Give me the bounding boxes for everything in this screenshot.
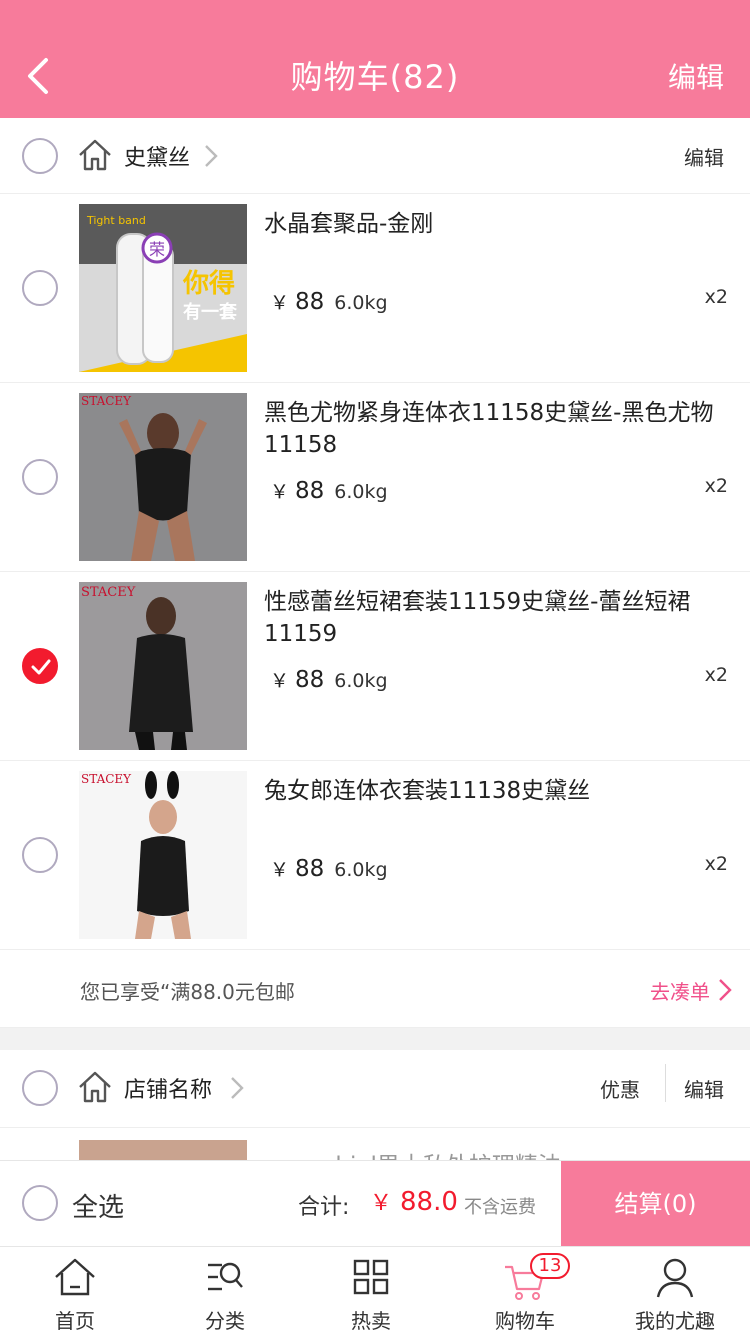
free-shipping-message: 您已享受“满88.0元包邮 (80, 980, 295, 1004)
item-select-radio[interactable] (22, 459, 58, 495)
total-label: 合计: (298, 1195, 350, 1220)
tab-label: 分类 (205, 1309, 245, 1333)
divider (665, 1064, 666, 1102)
item-quantity: x2 (704, 286, 728, 308)
cart-count-badge: 13 (530, 1253, 570, 1279)
currency-symbol: ￥ (370, 1191, 393, 1216)
header-edit-button[interactable]: 编辑 (668, 56, 724, 96)
store-edit-button[interactable]: 编辑 (684, 1074, 724, 1103)
chevron-right-icon[interactable] (718, 978, 732, 1002)
total-amount: 88.0 (400, 1187, 458, 1217)
cart-item: STACEY 黑色尤物紧身连体衣11158史黛丝-黑色尤物11158 ￥ 88 6.… (0, 383, 750, 572)
item-weight: 6.0kg (334, 670, 388, 692)
checkout-bar: 全选 合计: ￥ 88.0 不含运费 结算(0) (0, 1160, 750, 1247)
product-thumbnail[interactable]: STACEY (79, 393, 247, 561)
store-header: 史黛丝 编辑 (0, 118, 750, 194)
cart-item-partial: aoonubial男士私处护理精油 (0, 1128, 750, 1160)
thumb-slogan-1: 你得 (182, 269, 235, 299)
product-image: STACEY (79, 771, 247, 939)
store-section: 店铺名称 优惠 编辑 aoonubial男士私处护理精油 (0, 1050, 750, 1160)
currency-symbol: ￥ (270, 859, 290, 881)
total-value: ￥ 88.0 (370, 1185, 458, 1217)
select-all-radio[interactable] (22, 1185, 58, 1221)
tab-hot[interactable]: 热卖 (296, 1247, 446, 1334)
item-title[interactable]: 性感蕾丝短裙套装11159史黛丝-蕾丝短裙11159 (264, 586, 714, 650)
store-section: 史黛丝 编辑 荣 Tight band 你得 有一套 水晶套聚品-金刚 ￥88 (0, 118, 750, 1028)
store-edit-button[interactable]: 编辑 (684, 142, 724, 171)
page-title: 购物车(82) (290, 58, 460, 96)
chevron-right-icon (231, 1077, 244, 1099)
tab-label: 购物车 (495, 1309, 555, 1333)
item-price: ￥ 88 6.0kg (270, 855, 388, 882)
product-thumbnail[interactable]: 荣 Tight band 你得 有一套 (79, 204, 247, 372)
item-title[interactable]: 兔女郎连体衣套装11138史黛丝 (264, 775, 714, 807)
store-home-icon (79, 139, 111, 171)
item-title[interactable]: 水晶套聚品-金刚 (264, 208, 714, 240)
checkmark-icon (31, 659, 51, 675)
item-quantity: x2 (704, 853, 728, 875)
item-quantity: x2 (704, 475, 728, 497)
thumb-slogan-2: 有一套 (183, 301, 237, 323)
tab-category[interactable]: 分类 (150, 1247, 300, 1334)
item-weight: 6.0kg (334, 859, 388, 881)
store-promo-button[interactable]: 优惠 (600, 1074, 640, 1103)
product-image: STACEY (79, 582, 247, 750)
price-value: 88 (295, 667, 325, 693)
item-select-radio-checked[interactable] (22, 648, 58, 684)
item-title[interactable]: 黑色尤物紧身连体衣11158史黛丝-黑色尤物11158 (264, 397, 714, 461)
tab-label: 首页 (55, 1309, 95, 1333)
product-image: STACEY (79, 393, 247, 561)
currency-symbol: ￥ (270, 670, 290, 692)
thumb-brand-text: STACEY (81, 585, 136, 600)
shipping-excluded-note: 不含运费 (464, 1197, 536, 1218)
user-icon (656, 1258, 694, 1298)
thumb-brand-text: Tight band (86, 214, 146, 227)
thumb-badge-text: 荣 (149, 240, 165, 259)
tab-label: 热卖 (351, 1309, 391, 1333)
add-more-link[interactable]: 去凑单 (650, 976, 710, 1005)
item-title[interactable]: aoonubial男士私处护理精油 (264, 1146, 561, 1160)
store-select-radio[interactable] (22, 138, 58, 174)
store-name[interactable]: 史黛丝 (124, 140, 190, 172)
item-price: ￥ 88 6.0kg (270, 288, 388, 315)
item-quantity: x2 (704, 664, 728, 686)
store-header: 店铺名称 优惠 编辑 (0, 1050, 750, 1128)
select-all-label[interactable]: 全选 (72, 1187, 124, 1224)
currency-symbol: ￥ (270, 292, 290, 314)
product-thumbnail[interactable] (79, 1140, 247, 1160)
free-shipping-bar: 您已享受“满88.0元包邮 去凑单 (0, 950, 750, 1028)
item-select-radio[interactable] (22, 270, 58, 306)
store-name[interactable]: 店铺名称 (124, 1072, 212, 1104)
item-weight: 6.0kg (334, 292, 388, 314)
tab-label: 我的尤趣 (635, 1309, 715, 1333)
price-value: 88 (295, 478, 325, 504)
checkout-button[interactable]: 结算(0) (561, 1161, 750, 1247)
bottom-tab-bar: 首页 分类 热卖 13 购物车 我的尤趣 (0, 1246, 750, 1334)
category-search-icon (208, 1262, 243, 1291)
tab-profile[interactable]: 我的尤趣 (600, 1247, 750, 1334)
cart-item: STACEY 兔女郎连体衣套装11138史黛丝 ￥ 88 6.0kg x2 (0, 761, 750, 950)
cart-item: STACEY 性感蕾丝短裙套装11159史黛丝-蕾丝短裙11159 ￥ 88 6.0… (0, 572, 750, 761)
price-value: 88 (295, 289, 325, 315)
grid-icon (353, 1259, 389, 1295)
store-select-radio[interactable] (22, 1070, 58, 1106)
thumb-brand-text: STACEY (81, 394, 132, 408)
item-price: ￥ 88 6.0kg (270, 477, 388, 504)
thumb-brand-text: STACEY (81, 772, 132, 786)
item-weight: 6.0kg (334, 481, 388, 503)
store-home-icon (79, 1071, 111, 1103)
tab-home[interactable]: 首页 (0, 1247, 150, 1334)
product-thumbnail[interactable]: STACEY (79, 771, 247, 939)
item-select-radio[interactable] (22, 837, 58, 873)
home-icon (55, 1258, 95, 1296)
price-value: 88 (295, 856, 325, 882)
product-thumbnail[interactable]: STACEY (79, 582, 247, 750)
chevron-right-icon (205, 145, 218, 167)
nav-header: 购物车(82) 编辑 (0, 0, 750, 118)
tab-cart[interactable]: 13 购物车 (450, 1247, 600, 1334)
item-price: ￥ 88 6.0kg (270, 666, 388, 693)
product-image: 荣 Tight band 你得 有一套 (79, 204, 247, 372)
currency-symbol: ￥ (270, 481, 290, 503)
cart-item: 荣 Tight band 你得 有一套 水晶套聚品-金刚 ￥ 88 6.0kg x2 (0, 194, 750, 383)
